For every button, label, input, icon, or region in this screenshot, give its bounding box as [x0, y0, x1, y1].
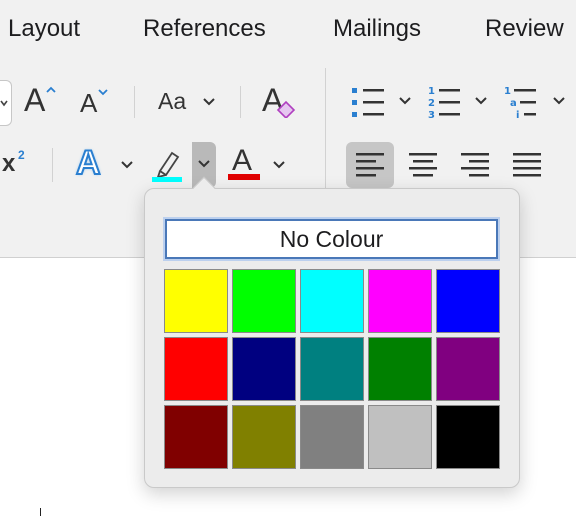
tab-review[interactable]: Review [485, 14, 564, 44]
group-separator [325, 68, 326, 188]
align-left-icon [356, 153, 384, 177]
swatch-dark-yellow[interactable] [232, 405, 296, 469]
swatch-red[interactable] [164, 337, 228, 401]
grow-font-button[interactable]: A [24, 82, 60, 120]
justify-icon [513, 153, 541, 177]
svg-text:1: 1 [504, 86, 511, 97]
align-right-icon [461, 153, 489, 177]
bullets-button[interactable] [352, 86, 416, 120]
multilevel-list-button[interactable]: 1 a i [504, 84, 574, 122]
swatch-black[interactable] [436, 405, 500, 469]
align-center-icon [409, 153, 437, 177]
numbering-icon: 1 2 3 [428, 86, 487, 121]
swatch-blue[interactable] [436, 269, 500, 333]
svg-text:i: i [516, 110, 519, 121]
align-center-button[interactable] [408, 152, 438, 178]
separator [134, 86, 135, 118]
swatch-green[interactable] [368, 337, 432, 401]
svg-text:3: 3 [428, 110, 435, 121]
swatch-turquoise[interactable] [300, 269, 364, 333]
swatch-grey-50-[interactable] [300, 405, 364, 469]
swatch-yellow[interactable] [164, 269, 228, 333]
no-colour-button[interactable]: No Colour [165, 219, 498, 259]
bullets-icon [352, 88, 411, 117]
svg-text:2: 2 [428, 98, 435, 109]
font-size-dropdown[interactable] [0, 80, 12, 126]
superscript-icon: x [2, 150, 16, 177]
text-effects-icon: A [75, 143, 102, 183]
font-colour-button[interactable]: A [226, 144, 292, 184]
superscript-button[interactable]: x 2 [2, 148, 32, 182]
swatch-pink[interactable] [368, 269, 432, 333]
chevron-down-icon [198, 160, 210, 168]
superscript-exponent: 2 [18, 148, 25, 162]
text-effects-button[interactable]: A [74, 143, 138, 184]
swatch-grey-25-[interactable] [368, 405, 432, 469]
text-cursor [40, 508, 41, 516]
tab-references[interactable]: References [143, 14, 266, 44]
font-colour-icon: A [232, 144, 253, 177]
font-colour-bar [228, 174, 260, 180]
clear-formatting-button[interactable]: A [260, 82, 300, 122]
swatch-dark-red[interactable] [164, 405, 228, 469]
change-case-icon: Aa [158, 88, 187, 114]
separator [52, 148, 53, 182]
justify-button[interactable] [512, 152, 542, 178]
svg-text:1: 1 [428, 86, 435, 97]
tab-layout[interactable]: Layout [8, 14, 80, 44]
tab-mailings[interactable]: Mailings [333, 14, 421, 44]
swatch-teal[interactable] [300, 337, 364, 401]
align-right-button[interactable] [460, 152, 490, 178]
change-case-button[interactable]: Aa [158, 88, 220, 118]
numbering-button[interactable]: 1 2 3 [428, 84, 492, 122]
ribbon-tab-bar: Layout References Mailings Review [0, 0, 576, 58]
align-left-button[interactable] [346, 142, 394, 188]
shrink-font-icon: A [80, 88, 98, 118]
swatch-violet[interactable] [436, 337, 500, 401]
grow-font-icon: A [24, 82, 46, 118]
swatch-bright-green[interactable] [232, 269, 296, 333]
multilevel-list-icon: 1 a i [504, 86, 565, 121]
shrink-font-button[interactable]: A [80, 88, 112, 120]
highlighter-icon [152, 151, 182, 182]
separator [240, 86, 241, 118]
swatch-dark-blue[interactable] [232, 337, 296, 401]
svg-text:a: a [510, 98, 517, 109]
